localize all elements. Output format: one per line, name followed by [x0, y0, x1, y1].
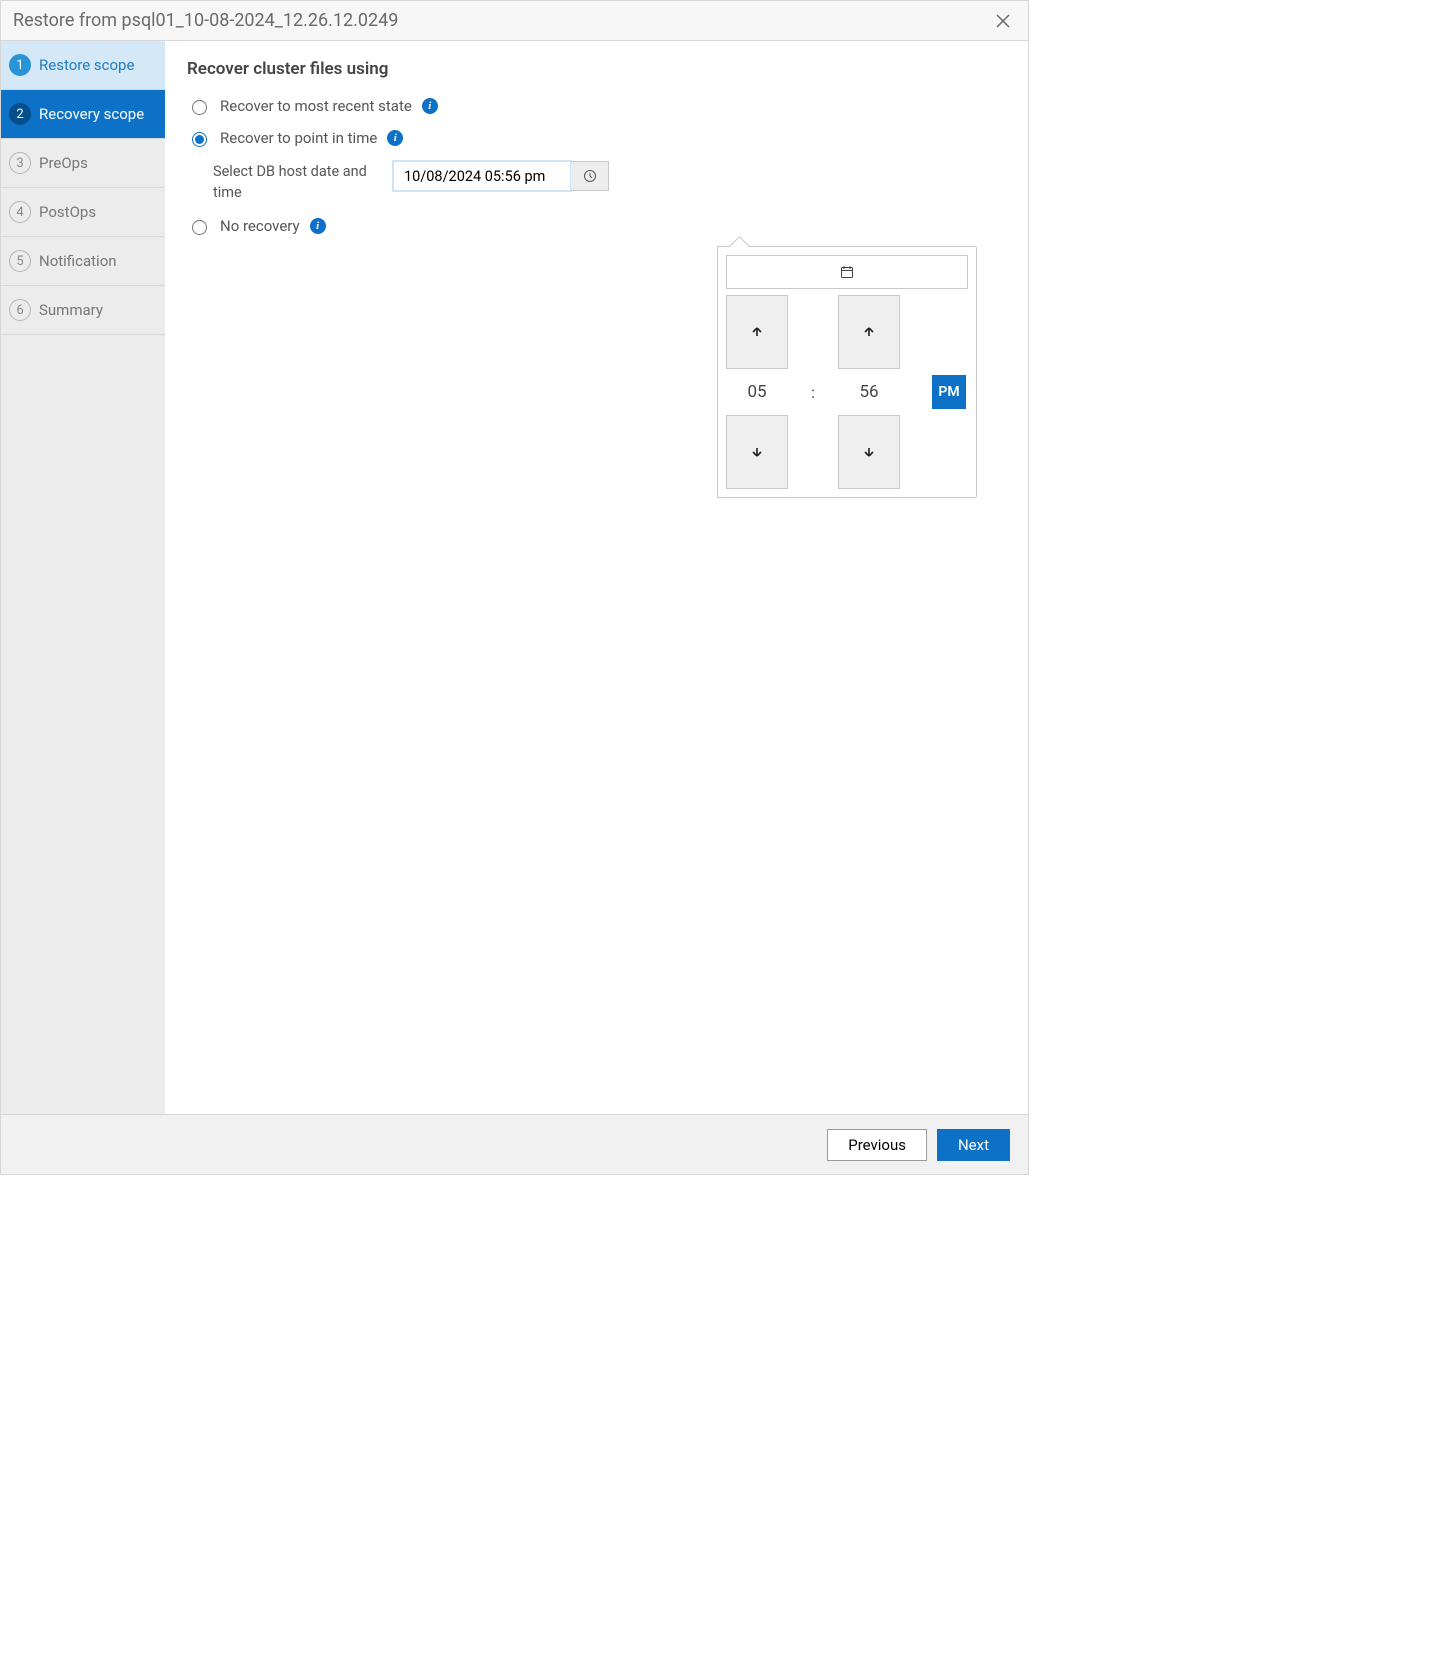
step-label: Summary — [39, 301, 103, 319]
info-icon[interactable]: i — [310, 218, 326, 234]
option-recover-recent[interactable]: Recover to most recent state i — [187, 97, 1006, 115]
step-number: 6 — [9, 299, 31, 321]
calendar-toggle[interactable] — [726, 255, 968, 289]
ampm-toggle[interactable]: PM — [932, 375, 966, 409]
option-recover-pit[interactable]: Recover to point in time i — [187, 129, 1006, 147]
step-number: 4 — [9, 201, 31, 223]
arrow-down-icon — [750, 445, 764, 459]
step-label: PostOps — [39, 203, 96, 221]
pit-sublabel: Select DB host date and time — [213, 161, 373, 203]
calendar-icon — [840, 265, 854, 279]
arrow-up-icon — [862, 325, 876, 339]
arrow-down-icon — [862, 445, 876, 459]
step-label: Recovery scope — [39, 105, 144, 123]
section-heading: Recover cluster files using — [187, 59, 1006, 79]
datetime-picker-toggle[interactable] — [571, 161, 609, 191]
time-separator: : — [811, 383, 815, 402]
radio-recent[interactable] — [192, 100, 207, 115]
hour-up-button[interactable] — [726, 295, 788, 369]
radio-none[interactable] — [192, 220, 207, 235]
radio-pit[interactable] — [192, 132, 207, 147]
clock-icon — [583, 169, 597, 183]
close-icon — [996, 14, 1010, 28]
step-number: 2 — [9, 103, 31, 125]
datetime-input[interactable] — [393, 161, 571, 191]
wizard-steps: 1 Restore scope 2 Recovery scope 3 PreOp… — [1, 41, 165, 1114]
next-button[interactable]: Next — [937, 1129, 1010, 1161]
option-no-recovery[interactable]: No recovery i — [187, 217, 1006, 235]
step-summary[interactable]: 6 Summary — [1, 286, 165, 335]
step-recovery-scope[interactable]: 2 Recovery scope — [1, 90, 165, 139]
option-label: Recover to most recent state — [220, 97, 412, 115]
info-icon[interactable]: i — [422, 98, 438, 114]
time-picker-popover: 05 : 56 PM — [717, 246, 977, 498]
step-number: 3 — [9, 152, 31, 174]
step-postops[interactable]: 4 PostOps — [1, 188, 165, 237]
step-preops[interactable]: 3 PreOps — [1, 139, 165, 188]
step-label: Notification — [39, 252, 117, 270]
step-number: 1 — [9, 54, 31, 76]
step-label: Restore scope — [39, 56, 134, 74]
close-button[interactable] — [990, 10, 1016, 32]
minute-up-button[interactable] — [838, 295, 900, 369]
hour-down-button[interactable] — [726, 415, 788, 489]
option-label: No recovery — [220, 217, 300, 235]
minute-down-button[interactable] — [838, 415, 900, 489]
hour-value[interactable]: 05 — [747, 382, 766, 402]
option-label: Recover to point in time — [220, 129, 377, 147]
step-restore-scope[interactable]: 1 Restore scope — [1, 41, 165, 90]
step-notification[interactable]: 5 Notification — [1, 237, 165, 286]
step-number: 5 — [9, 250, 31, 272]
dialog-title: Restore from psql01_10-08-2024_12.26.12.… — [13, 10, 398, 31]
arrow-up-icon — [750, 325, 764, 339]
step-label: PreOps — [39, 154, 88, 172]
minute-value[interactable]: 56 — [859, 382, 878, 402]
info-icon[interactable]: i — [387, 130, 403, 146]
previous-button[interactable]: Previous — [827, 1129, 927, 1161]
